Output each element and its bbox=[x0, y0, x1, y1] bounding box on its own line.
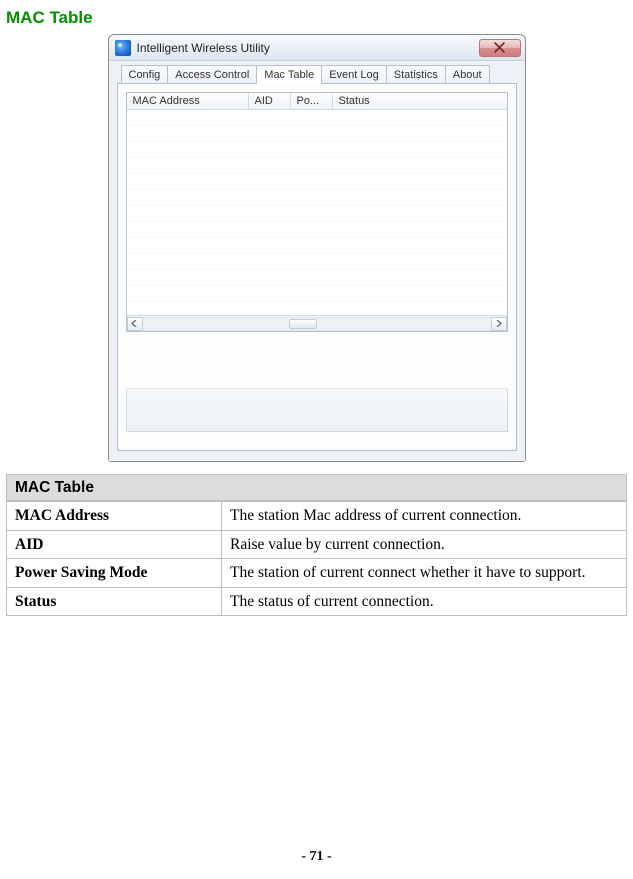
close-icon bbox=[494, 42, 505, 53]
tab-statistics[interactable]: Statistics bbox=[386, 65, 446, 83]
column-mac-address[interactable]: MAC Address bbox=[127, 93, 249, 109]
scroll-left-button[interactable] bbox=[127, 317, 143, 331]
table-row: Status The status of current connection. bbox=[7, 587, 626, 615]
desc-val: The station of current connect whether i… bbox=[222, 559, 626, 586]
scroll-right-button[interactable] bbox=[491, 317, 507, 331]
tab-mac-table[interactable]: Mac Table bbox=[256, 65, 322, 84]
desc-val: The station Mac address of current conne… bbox=[222, 502, 626, 529]
column-status[interactable]: Status bbox=[333, 93, 507, 109]
horizontal-scrollbar[interactable] bbox=[127, 315, 507, 331]
window-client: Config Access Control Mac Table Event Lo… bbox=[109, 61, 525, 461]
window-title: Intelligent Wireless Utility bbox=[137, 41, 270, 55]
bottom-panel bbox=[126, 388, 508, 432]
desc-key: Status bbox=[7, 588, 222, 615]
chevron-right-icon bbox=[495, 320, 502, 327]
scroll-thumb[interactable] bbox=[289, 319, 317, 329]
page-title: MAC Table bbox=[0, 0, 633, 34]
app-icon bbox=[115, 40, 131, 56]
table-row: AID Raise value by current connection. bbox=[7, 530, 626, 558]
column-power[interactable]: Po... bbox=[291, 93, 333, 109]
page-footer: - 71 - bbox=[0, 849, 633, 865]
tabstrip: Config Access Control Mac Table Event Lo… bbox=[121, 65, 517, 83]
table-row: MAC Address The station Mac address of c… bbox=[7, 501, 626, 529]
desc-key: Power Saving Mode bbox=[7, 559, 222, 586]
app-window: Intelligent Wireless Utility Config Acce… bbox=[108, 34, 526, 462]
tab-access-control[interactable]: Access Control bbox=[167, 65, 257, 83]
close-button[interactable] bbox=[479, 39, 521, 57]
listview-header: MAC Address AID Po... Status bbox=[127, 93, 507, 110]
tab-event-log[interactable]: Event Log bbox=[321, 65, 387, 83]
tab-panel: MAC Address AID Po... Status bbox=[117, 83, 517, 451]
titlebar: Intelligent Wireless Utility bbox=[109, 35, 525, 61]
app-window-screenshot: Intelligent Wireless Utility Config Acce… bbox=[108, 34, 526, 462]
desc-val: The status of current connection. bbox=[222, 588, 626, 615]
tab-config[interactable]: Config bbox=[121, 65, 169, 83]
desc-key: MAC Address bbox=[7, 502, 222, 529]
column-aid[interactable]: AID bbox=[249, 93, 291, 109]
tab-about[interactable]: About bbox=[445, 65, 490, 83]
scroll-track[interactable] bbox=[143, 317, 491, 331]
desc-val: Raise value by current connection. bbox=[222, 531, 626, 558]
table-row: Power Saving Mode The station of current… bbox=[7, 558, 626, 586]
chevron-left-icon bbox=[131, 320, 138, 327]
listview-body[interactable] bbox=[127, 110, 507, 315]
mac-table-listview[interactable]: MAC Address AID Po... Status bbox=[126, 92, 508, 332]
description-table: MAC Table MAC Address The station Mac ad… bbox=[6, 474, 627, 616]
desc-key: AID bbox=[7, 531, 222, 558]
description-header: MAC Table bbox=[7, 475, 626, 501]
